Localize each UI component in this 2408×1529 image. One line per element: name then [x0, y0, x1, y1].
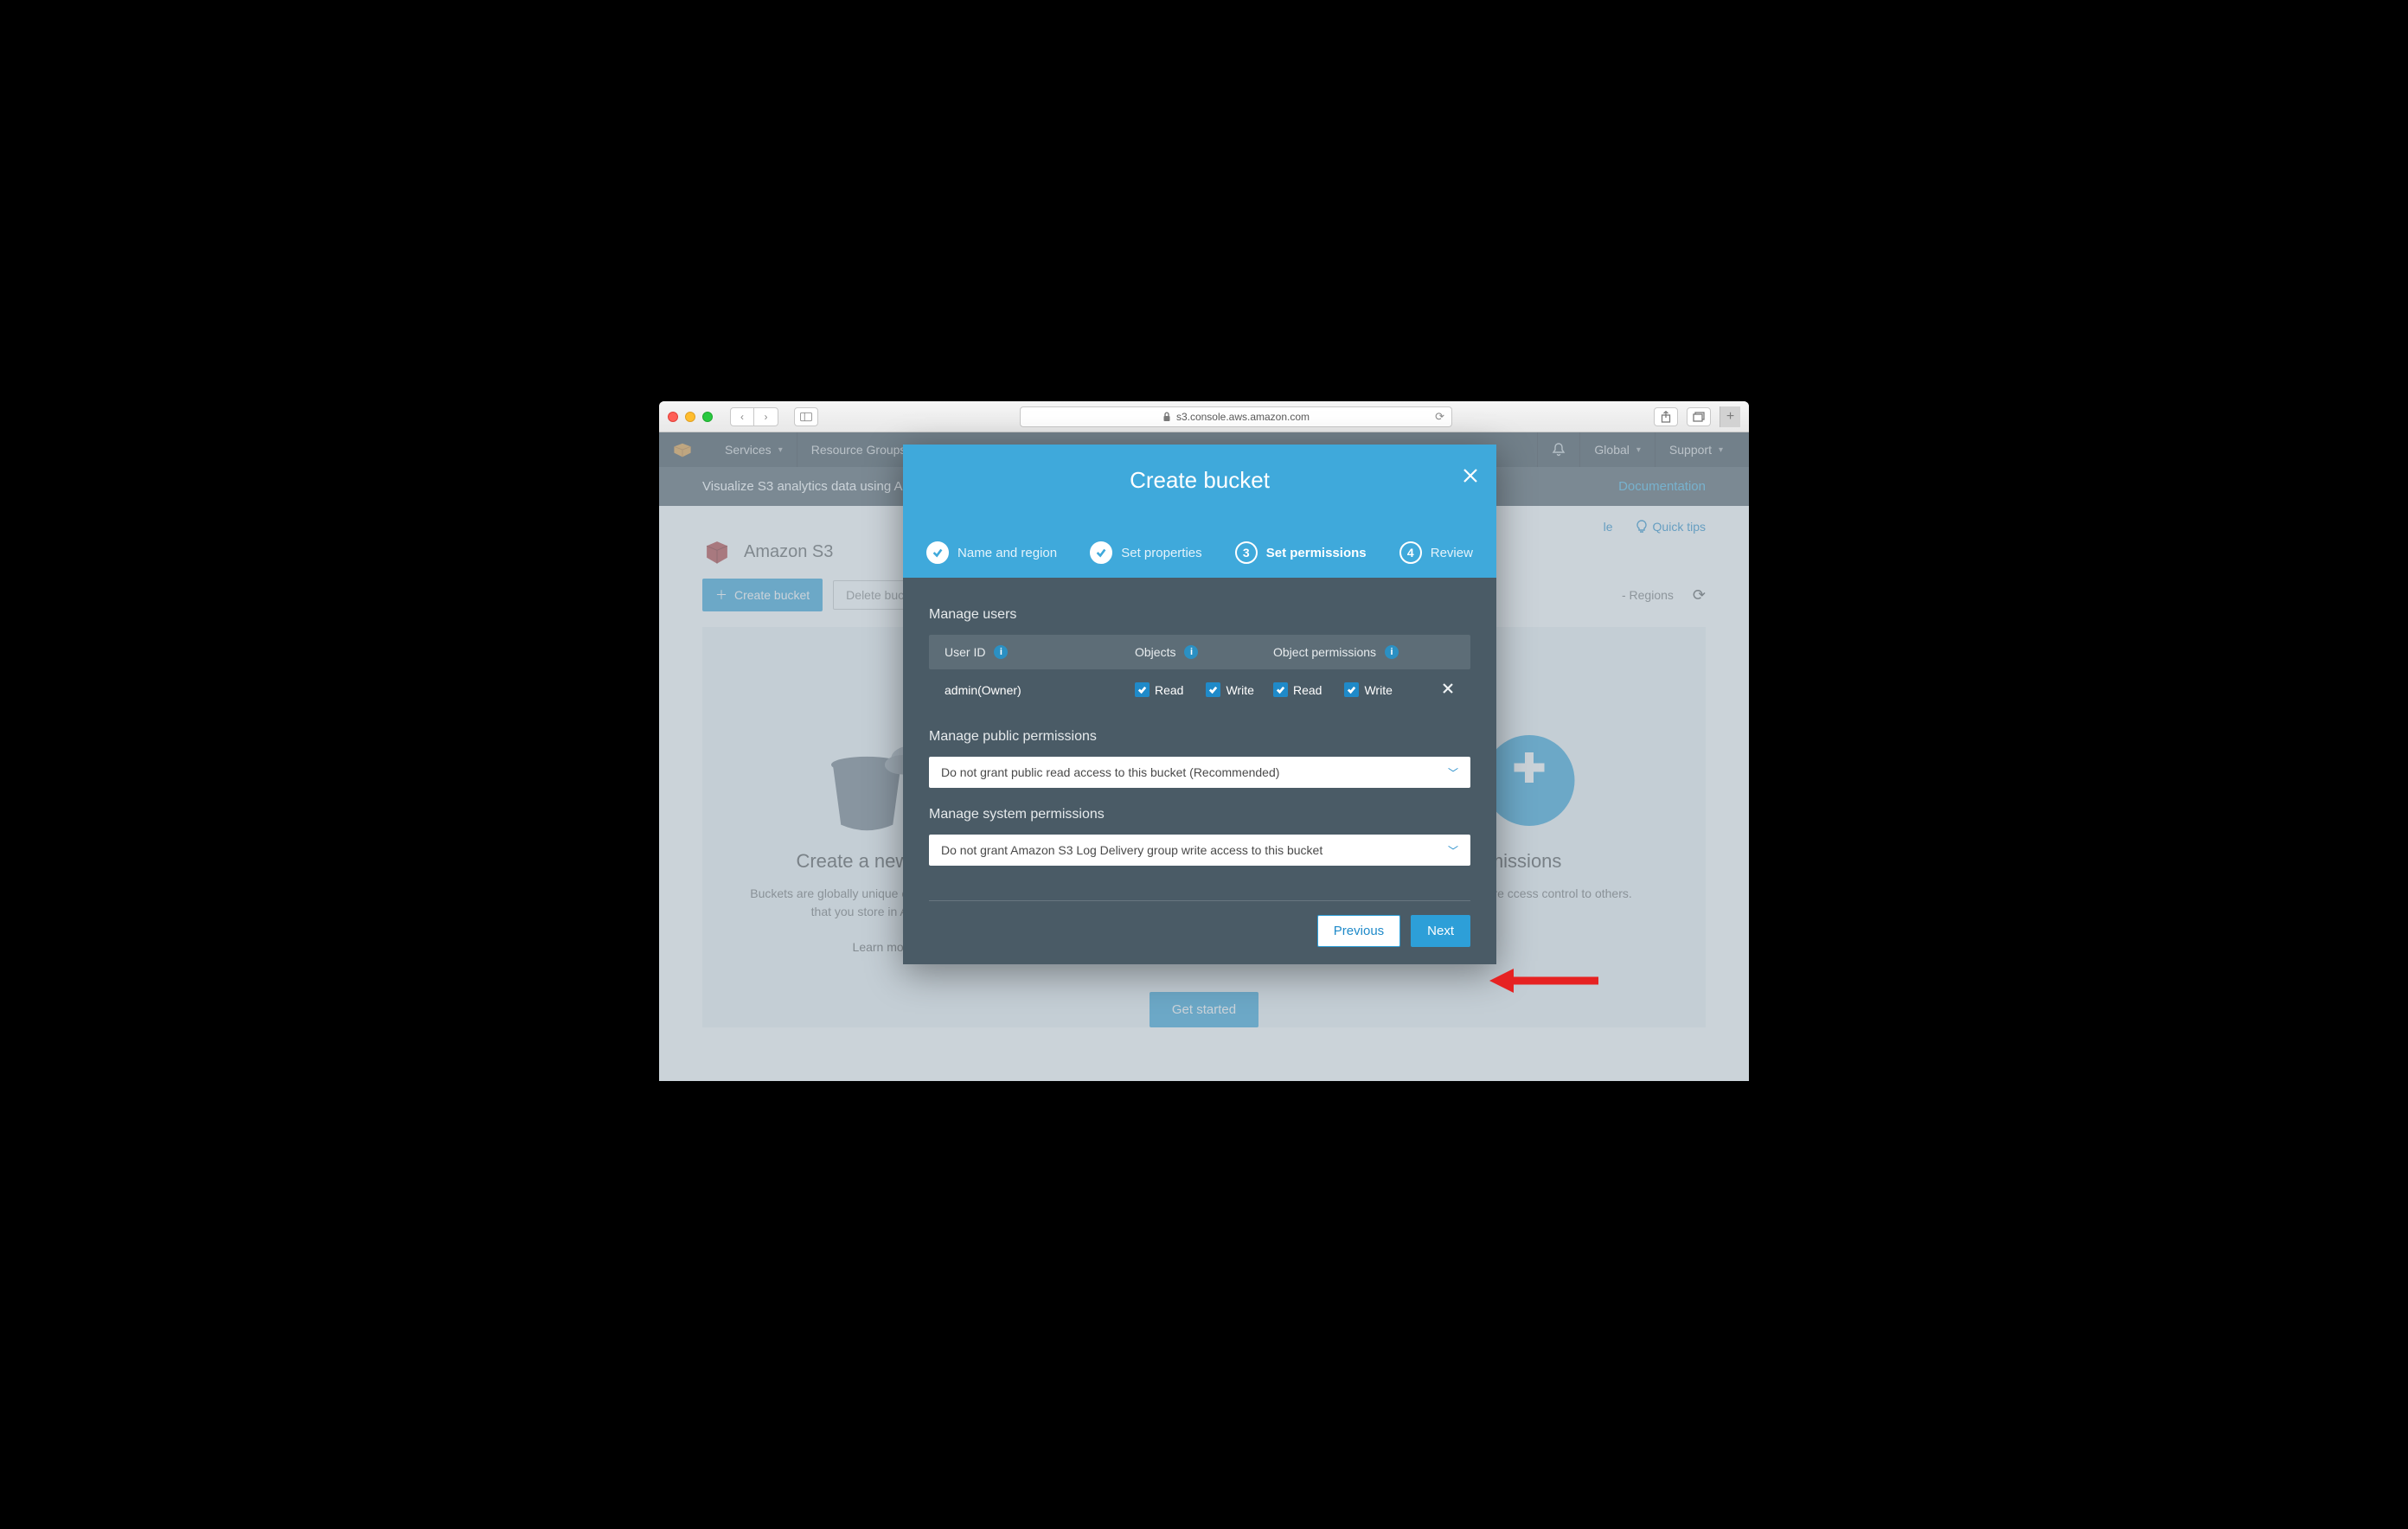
checkbox-objects-write[interactable] — [1206, 682, 1220, 697]
url-text: s3.console.aws.amazon.com — [1176, 411, 1310, 423]
wizard-steps: Name and region Set properties 3 Set per… — [903, 541, 1496, 564]
permissions-row-owner: admin(Owner) Read Write Read Write — [929, 669, 1470, 710]
checkbox-perm-write[interactable] — [1344, 682, 1359, 697]
section-manage-users: Manage users — [929, 607, 1470, 623]
nav-back-forward: ‹ › — [730, 407, 778, 426]
share-button[interactable] — [1654, 407, 1678, 426]
col-user-id: User ID — [945, 645, 985, 659]
forward-button[interactable]: › — [754, 407, 778, 426]
new-tab-button[interactable]: + — [1720, 406, 1740, 427]
close-icon[interactable] — [1460, 465, 1481, 490]
user-id-cell: admin(Owner) — [945, 683, 1135, 697]
sidebar-toggle[interactable] — [794, 407, 818, 426]
step-number-icon: 3 — [1235, 541, 1258, 564]
step-name-region[interactable]: Name and region — [926, 541, 1057, 564]
info-icon[interactable]: i — [1385, 645, 1399, 659]
public-permissions-select[interactable]: Do not grant public read access to this … — [929, 757, 1470, 788]
create-bucket-modal: Create bucket Name and region Set proper… — [903, 445, 1496, 964]
col-objects: Objects — [1135, 645, 1175, 659]
checkbox-objects-read[interactable] — [1135, 682, 1150, 697]
checkbox-perm-read[interactable] — [1273, 682, 1288, 697]
lock-icon — [1162, 412, 1171, 422]
previous-button[interactable]: Previous — [1317, 915, 1400, 947]
tabs-button[interactable] — [1687, 407, 1711, 426]
col-object-permissions: Object permissions — [1273, 645, 1376, 659]
back-button[interactable]: ‹ — [730, 407, 754, 426]
step-number-icon: 4 — [1399, 541, 1422, 564]
select-value: Do not grant Amazon S3 Log Delivery grou… — [941, 843, 1322, 857]
select-value: Do not grant public read access to this … — [941, 765, 1279, 779]
minimize-window-icon[interactable] — [685, 412, 695, 422]
check-icon — [926, 541, 949, 564]
check-icon — [1090, 541, 1112, 564]
window-controls — [668, 412, 713, 422]
section-public-permissions: Manage public permissions — [929, 729, 1470, 745]
modal-footer: Previous Next — [929, 900, 1470, 964]
info-icon[interactable]: i — [1184, 645, 1198, 659]
close-window-icon[interactable] — [668, 412, 678, 422]
next-button[interactable]: Next — [1411, 915, 1470, 947]
chevron-down-icon: ﹀ — [1448, 843, 1458, 858]
step-set-properties[interactable]: Set properties — [1090, 541, 1201, 564]
address-bar[interactable]: s3.console.aws.amazon.com ⟳ — [1020, 406, 1452, 427]
remove-user-icon[interactable] — [1441, 681, 1455, 698]
step-review[interactable]: 4 Review — [1399, 541, 1473, 564]
modal-header: Create bucket Name and region Set proper… — [903, 445, 1496, 578]
permissions-table-header: User ID i Objects i Object permissions i — [929, 635, 1470, 669]
info-icon[interactable]: i — [994, 645, 1008, 659]
section-system-permissions: Manage system permissions — [929, 807, 1470, 822]
system-permissions-select[interactable]: Do not grant Amazon S3 Log Delivery grou… — [929, 835, 1470, 866]
step-set-permissions[interactable]: 3 Set permissions — [1235, 541, 1367, 564]
modal-title: Create bucket — [903, 467, 1496, 494]
zoom-window-icon[interactable] — [702, 412, 713, 422]
chevron-down-icon: ﹀ — [1448, 765, 1458, 780]
browser-titlebar: ‹ › s3.console.aws.amazon.com ⟳ — [659, 401, 1749, 432]
annotation-arrow-icon — [1488, 963, 1600, 1002]
reload-icon[interactable]: ⟳ — [1435, 410, 1444, 424]
